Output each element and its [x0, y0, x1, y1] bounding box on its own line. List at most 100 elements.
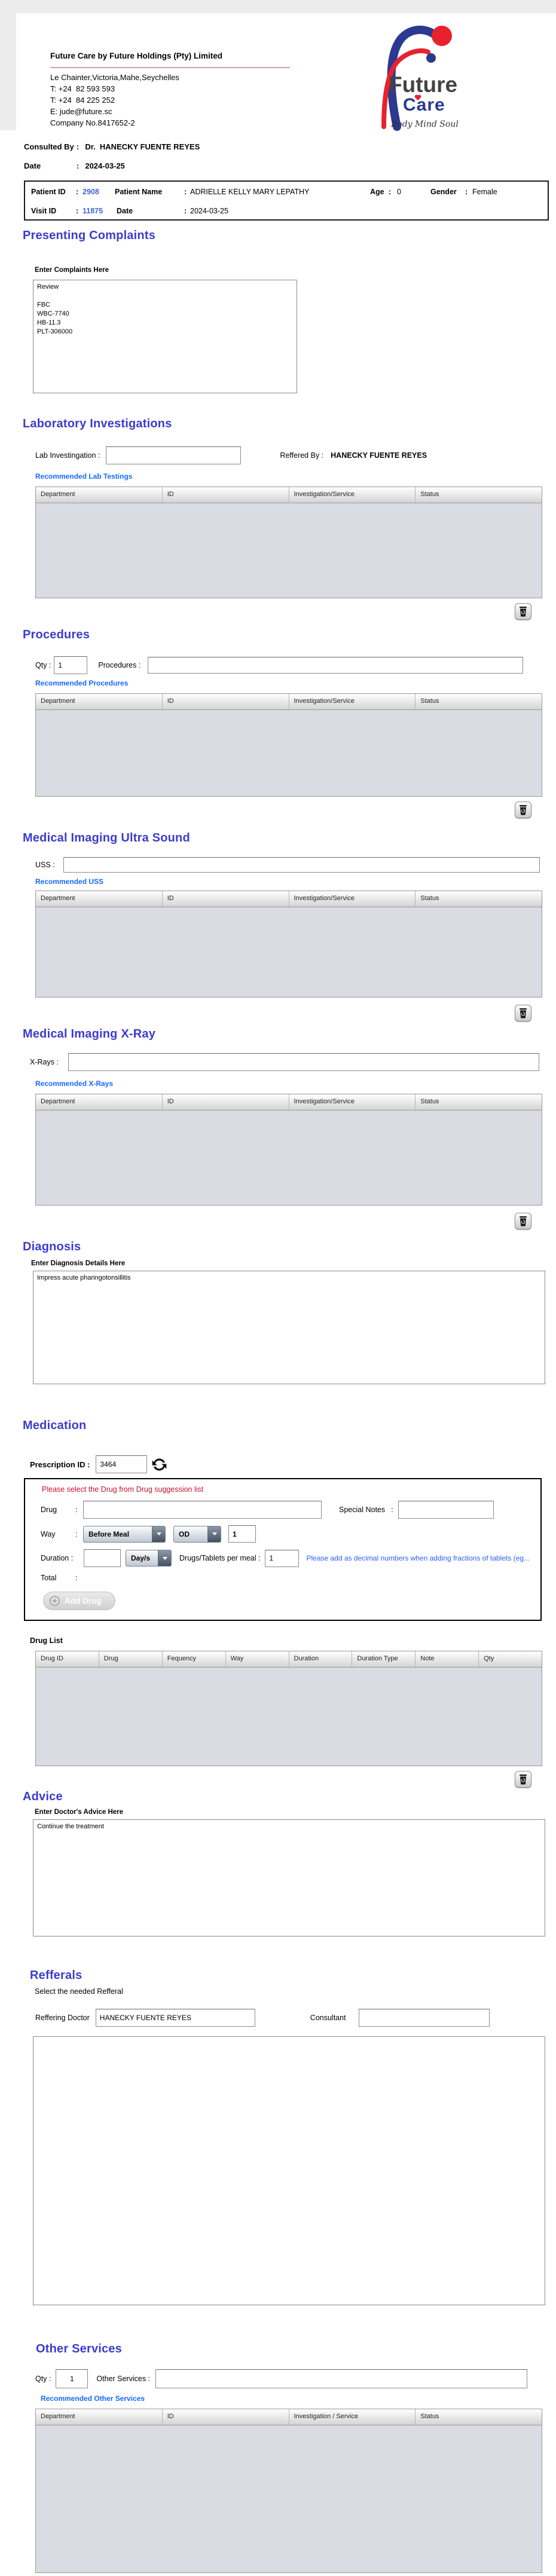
- company-email: E: jude@future.sc: [50, 107, 112, 116]
- recommended-xrays-link[interactable]: Recommended X-Rays: [35, 1079, 556, 1088]
- chevron-down-icon: [207, 1526, 221, 1542]
- col-header: Duration: [289, 1651, 353, 1667]
- uss-table: Department ID Investigation/Service Stat…: [35, 891, 542, 998]
- col-header: ID: [163, 487, 289, 503]
- prescription-id-input[interactable]: [96, 1455, 148, 1473]
- frequency-value: OD: [179, 1529, 190, 1538]
- col-header: Way: [226, 1651, 289, 1667]
- other-services-input[interactable]: [155, 2369, 528, 2388]
- special-notes-input[interactable]: [398, 1501, 494, 1519]
- visit-id-value: 11875: [83, 207, 103, 215]
- section-title-diagnosis: Diagnosis: [23, 1240, 81, 1253]
- recommended-other-services-link[interactable]: Recommended Other Services: [41, 2394, 556, 2403]
- referrals-hint: Select the needed Refferal: [35, 1987, 123, 1996]
- recommended-lab-testings-link[interactable]: Recommended Lab Testings: [35, 472, 556, 481]
- col-header: ID: [163, 1094, 289, 1110]
- referred-by-value: HANECKY FUENTE REYES: [331, 451, 427, 460]
- col-header: Drug ID: [36, 1651, 99, 1667]
- consultation-form-page: Future Care by Future Holdings (Pty) Lim…: [0, 0, 556, 2573]
- consulted-by-label: Consulted By: [24, 142, 74, 151]
- recommended-procedures-link[interactable]: Recommended Procedures: [35, 679, 556, 687]
- consultant-label: Consultant: [310, 2014, 346, 2022]
- letterhead-divider: [50, 67, 290, 68]
- drug-list-delete-button[interactable]: [515, 1771, 531, 1788]
- drug-list-table-body: [36, 1668, 542, 1766]
- col-header: Fequency: [163, 1651, 226, 1667]
- recommended-uss-link[interactable]: Recommended USS: [35, 877, 556, 886]
- section-title-other-services: Other Services: [36, 2342, 122, 2355]
- procedures-delete-button[interactable]: [515, 801, 531, 818]
- trash-icon: [520, 1008, 527, 1018]
- referring-doctor-input[interactable]: [95, 2009, 255, 2027]
- lab-investigation-input[interactable]: [106, 446, 242, 464]
- col-header: Duration Type: [352, 1651, 416, 1667]
- diagnosis-textarea[interactable]: Impress acute pharingotonsillitis: [33, 1271, 545, 1384]
- drug-list-title: Drug List: [30, 1636, 63, 1645]
- section-title-ultrasound: Medical Imaging Ultra Sound: [23, 831, 190, 845]
- meal-timing-dropdown[interactable]: Before Meal: [83, 1525, 166, 1543]
- procedures-qty-label: Qty :: [35, 661, 51, 669]
- col-header: Qty: [484, 1655, 494, 1662]
- company-address: Le Chainter,Victoria,Mahe,Seychelles: [50, 73, 179, 82]
- add-drug-button[interactable]: Add Drug: [43, 1592, 115, 1610]
- procedures-input[interactable]: [148, 657, 524, 674]
- col-header: Department: [36, 891, 163, 907]
- consultation-date-value: 2024-03-25: [85, 161, 125, 170]
- other-services-qty-input[interactable]: [56, 2369, 88, 2388]
- patient-name-value: ADRIELLE KELLY MARY LEPATHY: [190, 188, 310, 196]
- frequency-dropdown[interactable]: OD: [173, 1525, 221, 1543]
- trash-icon: [520, 1775, 527, 1785]
- procedures-qty-input[interactable]: [54, 656, 88, 674]
- company-name: Future Care by Future Holdings (Pty) Lim…: [50, 51, 223, 60]
- drug-label: Drug: [41, 1506, 57, 1514]
- uss-input[interactable]: [63, 857, 540, 873]
- drug-entry-panel: Please select the Drug from Drug suggess…: [24, 1478, 542, 1621]
- add-drug-label: Add Drug: [65, 1596, 102, 1605]
- frequency-qty-input[interactable]: [228, 1525, 256, 1543]
- consulted-by-value: Dr. HANECKY FUENTE REYES: [85, 142, 200, 151]
- way-label: Way: [41, 1529, 56, 1538]
- col-header: Department: [36, 1094, 163, 1110]
- total-label: Total: [41, 1574, 57, 1582]
- xray-delete-button[interactable]: [515, 1213, 531, 1229]
- referral-list-box[interactable]: [33, 2036, 545, 2305]
- col-header: Status: [420, 697, 439, 705]
- other-services-table-body: [36, 2425, 542, 2572]
- section-title-xray: Medical Imaging X-Ray: [23, 1027, 156, 1041]
- col-header: Investigation/Service: [289, 891, 416, 907]
- consultant-input[interactable]: [358, 2009, 490, 2027]
- duration-input[interactable]: [84, 1549, 121, 1567]
- visit-id-label: Visit ID: [31, 207, 57, 215]
- company-registration-number: Company No.8417652-2: [50, 118, 135, 127]
- per-meal-input[interactable]: [265, 1549, 300, 1567]
- referring-doctor-label: Reffering Doctor: [35, 2014, 90, 2022]
- procedures-table-body: [36, 710, 542, 796]
- advice-textarea[interactable]: Continue the treatment: [33, 1819, 545, 1936]
- page-left-margin: [0, 13, 16, 130]
- age-label: Age: [370, 188, 384, 196]
- age-value: 0: [397, 188, 401, 196]
- referred-by-label: Reffered By :: [280, 451, 324, 460]
- logo-wordmark-future: Future: [389, 72, 457, 97]
- gender-label: Gender: [430, 188, 457, 196]
- xray-table: Department ID Investigation/Service Stat…: [35, 1094, 542, 1206]
- company-address-block: Le Chainter,Victoria,Mahe,Seychelles T: …: [50, 72, 179, 129]
- gender-value: Female: [472, 188, 497, 196]
- col-header: ID: [163, 891, 289, 907]
- duration-unit-dropdown[interactable]: Day/s: [126, 1550, 172, 1567]
- uss-delete-button[interactable]: [515, 1005, 531, 1021]
- logo-tagline: Body Mind Soul: [390, 120, 459, 129]
- lab-delete-button[interactable]: [515, 603, 531, 620]
- procedures-label: Procedures :: [98, 661, 141, 669]
- lab-table: Department ID Investigation/Service Stat…: [35, 487, 542, 598]
- meal-timing-value: Before Meal: [88, 1529, 130, 1538]
- section-title-medication: Medication: [23, 1419, 87, 1432]
- patient-info-panel: Patient ID : 2908 Patient Name : ADRIELL…: [24, 180, 549, 221]
- prescription-id-label: Prescription ID :: [30, 1460, 90, 1469]
- other-services-label: Other Services :: [96, 2375, 151, 2383]
- consultation-date-label: Date: [24, 161, 41, 170]
- xrays-input[interactable]: [68, 1053, 539, 1071]
- drug-input[interactable]: [83, 1501, 322, 1519]
- refresh-icon[interactable]: [151, 1457, 167, 1473]
- complaints-textarea[interactable]: Review FBC WBC-7740 HB-11.3 PLT-306000: [33, 280, 297, 393]
